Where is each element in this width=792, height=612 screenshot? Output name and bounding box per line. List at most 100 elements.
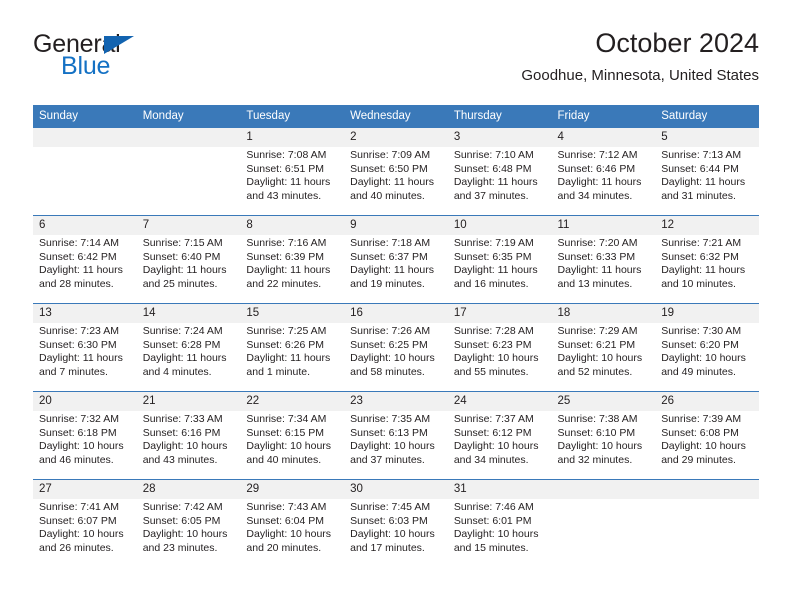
sunrise-text: Sunrise: 7:28 AM (453, 325, 534, 337)
daylight-text-line1: Daylight: 10 hours (350, 440, 435, 452)
daylight-text-line2: and 15 minutes. (453, 541, 529, 554)
calendar-day-cell[interactable]: 12 Sunrise: 7:21 AM Sunset: 6:32 PM Dayligh… (655, 215, 759, 304)
calendar-day-cell[interactable]: 21 Sunrise: 7:33 AM Sunset: 6:16 PM Dayligh… (136, 391, 241, 480)
calendar-day-cell[interactable]: 7 Sunrise: 7:15 AM Sunset: 6:40 PM Daylight… (136, 215, 241, 304)
daylight-text-line1: Daylight: 10 hours (453, 352, 539, 364)
day-details: Sunrise: 7:34 AM Sunset: 6:15 PM Daylight:… (240, 411, 344, 467)
sunrise-text: Sunrise: 7:08 AM (246, 149, 327, 161)
daylight-text-line1: Daylight: 11 hours (453, 264, 538, 276)
calendar-day-cell[interactable]: 29 Sunrise: 7:43 AM Sunset: 6:04 PM Dayligh… (240, 479, 345, 568)
daylight-text-line1: Daylight: 11 hours (246, 264, 331, 276)
calendar-day-cell[interactable]: 27 Sunrise: 7:41 AM Sunset: 6:07 PM Dayligh… (33, 479, 137, 568)
daylight-text-line2: and 10 minutes. (661, 277, 736, 290)
calendar-day-cell[interactable]: 1 Sunrise: 7:08 AM Sunset: 6:51 PM Daylight… (240, 127, 345, 216)
general-blue-logo[interactable]: General Blue (33, 32, 233, 88)
calendar-day-cell[interactable]: 11 Sunrise: 7:20 AM Sunset: 6:33 PM Dayligh… (551, 215, 656, 304)
day-details: Sunrise: 7:10 AM Sunset: 6:48 PM Daylight:… (448, 147, 552, 203)
calendar-day-cell[interactable]: 5 Sunrise: 7:13 AM Sunset: 6:44 PM Daylight… (655, 127, 759, 216)
day-details: Sunrise: 7:28 AM Sunset: 6:23 PM Daylight:… (448, 323, 552, 379)
calendar-body: 1 Sunrise: 7:08 AM Sunset: 6:51 PM Daylight… (33, 127, 759, 568)
day-details: Sunrise: 7:09 AM Sunset: 6:50 PM Daylight:… (344, 147, 448, 203)
weekday-header-monday: Monday (136, 105, 241, 128)
calendar-day-cell[interactable]: 14 Sunrise: 7:24 AM Sunset: 6:28 PM Dayligh… (136, 303, 241, 392)
daylight-text-line2: and 40 minutes. (246, 453, 322, 466)
calendar-day-cell[interactable]: 24 Sunrise: 7:37 AM Sunset: 6:12 PM Dayligh… (447, 391, 552, 480)
day-number: 17 (447, 304, 552, 323)
sunset-text: Sunset: 6:26 PM (246, 338, 325, 351)
day-number: 23 (344, 392, 448, 411)
sunrise-text: Sunrise: 7:10 AM (453, 149, 534, 161)
daylight-text-line1: Daylight: 10 hours (246, 440, 332, 452)
day-number: 22 (240, 392, 345, 411)
sunrise-text: Sunrise: 7:23 AM (39, 325, 119, 337)
sunrise-text: Sunrise: 7:39 AM (661, 413, 742, 425)
weekday-header-wednesday: Wednesday (344, 105, 448, 128)
calendar-day-cell[interactable]: 6 Sunrise: 7:14 AM Sunset: 6:42 PM Daylight… (33, 215, 137, 304)
calendar-empty-cell (136, 127, 241, 216)
calendar-day-cell[interactable]: 15 Sunrise: 7:25 AM Sunset: 6:26 PM Dayligh… (240, 303, 345, 392)
calendar-day-cell[interactable]: 3 Sunrise: 7:10 AM Sunset: 6:48 PM Daylight… (447, 127, 552, 216)
sunrise-text: Sunrise: 7:18 AM (350, 237, 431, 249)
calendar-day-cell[interactable]: 31 Sunrise: 7:46 AM Sunset: 6:01 PM Dayligh… (447, 479, 552, 568)
sunrise-text: Sunrise: 7:35 AM (350, 413, 431, 425)
daylight-text-line1: Daylight: 11 hours (142, 264, 227, 276)
sunset-text: Sunset: 6:10 PM (557, 426, 636, 439)
day-number: 24 (447, 392, 552, 411)
day-details: Sunrise: 7:14 AM Sunset: 6:42 PM Daylight:… (33, 235, 137, 291)
day-details: Sunrise: 7:20 AM Sunset: 6:33 PM Daylight:… (552, 235, 656, 291)
sunrise-text: Sunrise: 7:30 AM (661, 325, 742, 337)
calendar-day-cell[interactable]: 18 Sunrise: 7:29 AM Sunset: 6:21 PM Dayligh… (551, 303, 656, 392)
calendar-day-cell[interactable]: 8 Sunrise: 7:16 AM Sunset: 6:39 PM Daylight… (240, 215, 345, 304)
sunrise-text: Sunrise: 7:15 AM (142, 237, 223, 249)
calendar-day-cell[interactable]: 22 Sunrise: 7:34 AM Sunset: 6:15 PM Dayligh… (240, 391, 345, 480)
calendar-day-cell[interactable]: 13 Sunrise: 7:23 AM Sunset: 6:30 PM Dayligh… (33, 303, 137, 392)
daylight-text-line1: Daylight: 10 hours (350, 352, 435, 364)
calendar-day-cell[interactable]: 4 Sunrise: 7:12 AM Sunset: 6:46 PM Daylight… (551, 127, 656, 216)
day-number: 3 (447, 128, 552, 147)
day-number: 2 (344, 128, 448, 147)
sunset-text: Sunset: 6:20 PM (661, 338, 739, 351)
sunrise-text: Sunrise: 7:09 AM (350, 149, 431, 161)
daylight-text-line1: Daylight: 10 hours (350, 528, 435, 540)
title-block: October 2024 Goodhue, Minnesota, United … (521, 26, 759, 88)
daylight-text-line2: and 32 minutes. (557, 453, 633, 466)
calendar-day-cell[interactable]: 20 Sunrise: 7:32 AM Sunset: 6:18 PM Dayligh… (33, 391, 137, 480)
calendar-day-cell[interactable]: 28 Sunrise: 7:42 AM Sunset: 6:05 PM Dayligh… (136, 479, 241, 568)
daylight-text-line2: and 1 minute. (246, 365, 311, 378)
sunset-text: Sunset: 6:39 PM (246, 250, 325, 263)
calendar-day-cell[interactable]: 23 Sunrise: 7:35 AM Sunset: 6:13 PM Dayligh… (344, 391, 448, 480)
sunset-text: Sunset: 6:35 PM (453, 250, 532, 263)
day-details: Sunrise: 7:12 AM Sunset: 6:46 PM Daylight:… (552, 147, 656, 203)
sunset-text: Sunset: 6:32 PM (661, 250, 739, 263)
day-number: 25 (551, 392, 656, 411)
day-number: 20 (33, 392, 137, 411)
daylight-text-line2: and 26 minutes. (39, 541, 114, 554)
calendar-day-cell[interactable]: 19 Sunrise: 7:30 AM Sunset: 6:20 PM Dayligh… (655, 303, 759, 392)
daylight-text-line1: Daylight: 11 hours (350, 176, 434, 188)
day-details: Sunrise: 7:43 AM Sunset: 6:04 PM Daylight:… (240, 499, 344, 555)
page-subtitle: Goodhue, Minnesota, United States (521, 67, 759, 84)
calendar-day-cell[interactable]: 9 Sunrise: 7:18 AM Sunset: 6:37 PM Daylight… (344, 215, 448, 304)
calendar-day-cell[interactable]: 30 Sunrise: 7:45 AM Sunset: 6:03 PM Dayligh… (344, 479, 448, 568)
calendar-day-cell[interactable]: 2 Sunrise: 7:09 AM Sunset: 6:50 PM Daylight… (344, 127, 448, 216)
daylight-text-line1: Daylight: 10 hours (661, 440, 746, 452)
sunrise-text: Sunrise: 7:37 AM (453, 413, 534, 425)
calendar-week-row: 27 Sunrise: 7:41 AM Sunset: 6:07 PM Dayligh… (33, 479, 759, 568)
sunset-text: Sunset: 6:01 PM (453, 514, 532, 527)
sunrise-text: Sunrise: 7:24 AM (142, 325, 223, 337)
calendar-day-cell[interactable]: 26 Sunrise: 7:39 AM Sunset: 6:08 PM Dayligh… (655, 391, 759, 480)
weekday-header-sunday: Sunday (33, 105, 137, 128)
day-details: Sunrise: 7:35 AM Sunset: 6:13 PM Daylight:… (344, 411, 448, 467)
calendar-day-cell[interactable]: 17 Sunrise: 7:28 AM Sunset: 6:23 PM Dayligh… (447, 303, 552, 392)
calendar-week-row: 6 Sunrise: 7:14 AM Sunset: 6:42 PM Daylight… (33, 215, 759, 304)
sunrise-text: Sunrise: 7:45 AM (350, 501, 431, 513)
daylight-text-line2: and 22 minutes. (246, 277, 322, 290)
sunrise-text: Sunrise: 7:16 AM (246, 237, 327, 249)
day-number: 11 (551, 216, 656, 235)
calendar-day-cell[interactable]: 10 Sunrise: 7:19 AM Sunset: 6:35 PM Dayligh… (447, 215, 552, 304)
sunset-text: Sunset: 6:40 PM (142, 250, 221, 263)
day-number: 28 (136, 480, 241, 499)
calendar-day-cell[interactable]: 16 Sunrise: 7:26 AM Sunset: 6:25 PM Dayligh… (344, 303, 448, 392)
daylight-text-line2: and 55 minutes. (453, 365, 529, 378)
calendar-day-cell[interactable]: 25 Sunrise: 7:38 AM Sunset: 6:10 PM Dayligh… (551, 391, 656, 480)
